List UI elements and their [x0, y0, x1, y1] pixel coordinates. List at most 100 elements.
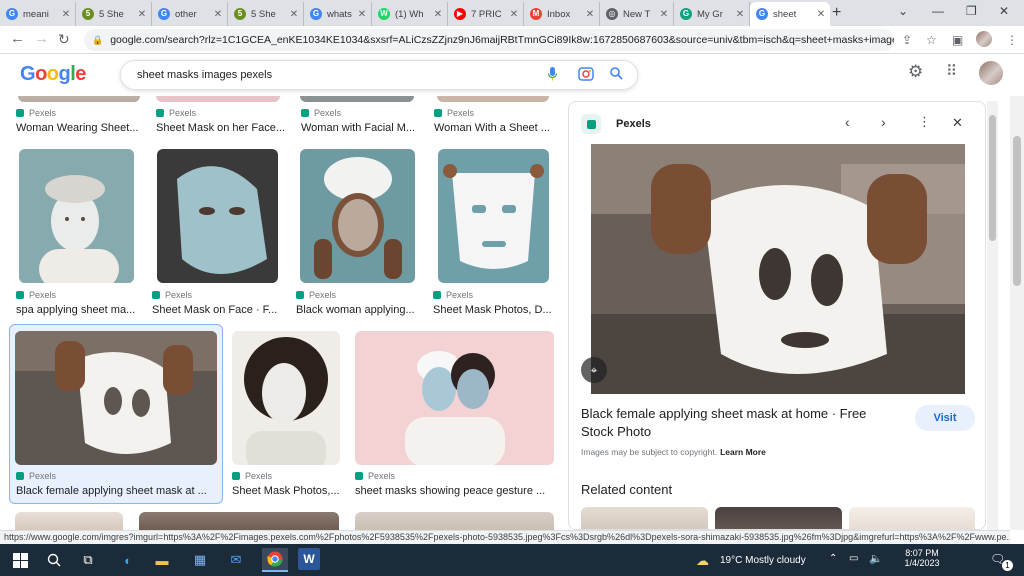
tab-9[interactable]: G My Gr ✕ — [674, 2, 750, 26]
tab-close-icon[interactable]: ✕ — [816, 9, 826, 20]
result-caption[interactable]: Black female applying sheet mask at ... — [16, 485, 218, 497]
preview-photo — [591, 144, 965, 394]
profile-avatar[interactable] — [976, 31, 992, 47]
account-avatar[interactable] — [979, 61, 1003, 85]
tab-close-icon[interactable]: ✕ — [585, 9, 595, 20]
bookmark-star-icon[interactable]: ☆ — [926, 33, 937, 47]
tab-close-icon[interactable]: ✕ — [213, 9, 223, 20]
lens-search-icon[interactable]: ⌖ — [581, 357, 607, 383]
result-caption[interactable]: Woman with Facial M... — [301, 122, 419, 134]
network-icon[interactable]: ▭ — [849, 553, 858, 564]
tab-4[interactable]: Gwhats ✕ — [304, 2, 372, 26]
tab-close-icon[interactable]: ✕ — [433, 9, 443, 20]
tab-close-icon[interactable]: ✕ — [61, 9, 71, 20]
tab-10[interactable]: Gsheet ✕ — [750, 2, 830, 26]
tab-2[interactable]: Gother ✕ — [152, 2, 228, 26]
new-tab-button[interactable]: + — [832, 5, 841, 21]
result-image[interactable] — [437, 96, 549, 102]
address-bar[interactable]: 🔒 google.com/search?rlz=1C1GCEA_enKE1034… — [84, 29, 894, 51]
tab-close-icon[interactable]: ✕ — [735, 9, 745, 20]
search-icon[interactable] — [610, 67, 623, 80]
restore-icon[interactable]: ❐ — [966, 4, 977, 18]
edge-icon[interactable]: ◐ — [118, 550, 138, 570]
related-image[interactable] — [715, 507, 842, 529]
tab-6[interactable]: ▶ 7 PRIC ✕ — [448, 2, 524, 26]
page-scrollbar[interactable] — [1010, 96, 1024, 530]
mail-icon[interactable]: ✉ — [226, 550, 246, 570]
result-caption[interactable]: sheet masks showing peace gesture ... — [355, 485, 554, 497]
chrome-icon[interactable] — [262, 548, 288, 572]
result-image[interactable] — [438, 149, 549, 283]
microphone-icon[interactable] — [548, 67, 557, 81]
tab-0[interactable]: Gmeani ✕ — [0, 2, 76, 26]
result-caption[interactable]: Sheet Mask Photos, D... — [433, 304, 557, 316]
forward-icon[interactable]: → — [34, 31, 49, 47]
panel-source[interactable]: Pexels — [616, 118, 651, 130]
more-options-icon[interactable]: ⋮ — [918, 114, 931, 130]
task-view-icon[interactable]: ⧉ — [78, 550, 98, 570]
clock[interactable]: 8:07 PM 1/4/2023 — [901, 548, 943, 568]
tab-7[interactable]: M Inbox ✕ — [524, 2, 600, 26]
result-caption[interactable]: Sheet Mask on her Face... — [156, 122, 286, 134]
result-image[interactable] — [232, 331, 340, 465]
tab-close-icon[interactable]: ✕ — [289, 9, 299, 20]
search-icon[interactable] — [44, 550, 64, 570]
reload-icon[interactable]: ↻ — [58, 31, 70, 47]
result-image[interactable] — [156, 96, 280, 102]
result-caption[interactable]: spa applying sheet ma... — [16, 304, 140, 316]
word-icon[interactable]: W — [298, 548, 320, 570]
close-panel-icon[interactable]: ✕ — [952, 115, 963, 131]
result-image[interactable] — [18, 96, 140, 102]
tray-overflow-icon[interactable]: ⌃ — [829, 553, 837, 564]
result-image[interactable] — [15, 331, 217, 465]
tab-close-icon[interactable]: ✕ — [137, 9, 147, 20]
image-results-grid: Pexels Woman Wearing Sheet... Pexels She… — [0, 96, 566, 530]
related-image[interactable] — [849, 507, 975, 529]
menu-kebab-icon[interactable]: ⋮ — [1006, 33, 1018, 47]
tab-close-icon[interactable]: ✕ — [509, 9, 519, 20]
share-icon[interactable]: ⇪ — [902, 33, 912, 47]
panel-title[interactable]: Black female applying sheet mask at home… — [581, 405, 891, 441]
preview-image[interactable] — [591, 144, 965, 394]
file-explorer-icon[interactable]: ▬ — [152, 550, 172, 570]
tab-close-icon[interactable]: ✕ — [659, 9, 669, 20]
result-caption[interactable]: Sheet Mask on Face · F... — [152, 304, 282, 316]
tab-close-icon[interactable]: ✕ — [357, 9, 367, 20]
windows-start-icon[interactable] — [10, 550, 30, 570]
result-caption[interactable]: Woman With a Sheet ... — [434, 122, 552, 134]
result-image[interactable] — [300, 96, 414, 102]
lens-camera-icon[interactable] — [578, 66, 594, 81]
close-window-icon[interactable]: ✕ — [999, 4, 1009, 18]
result-image[interactable] — [15, 512, 123, 530]
result-image[interactable] — [157, 149, 278, 283]
tab-search-icon[interactable]: ⌄ — [898, 4, 908, 18]
result-caption[interactable]: Woman Wearing Sheet... — [16, 122, 146, 134]
related-image[interactable] — [581, 507, 708, 529]
minimize-icon[interactable]: — — [932, 4, 944, 18]
panel-scrollbar[interactable] — [987, 101, 998, 530]
apps-grid-icon[interactable]: ⠿ — [946, 64, 957, 80]
weather-text[interactable]: 19°C Mostly cloudy — [720, 555, 806, 566]
search-input[interactable]: sheet masks images pexels — [120, 60, 638, 90]
tab-3[interactable]: 5 5 She ✕ — [228, 2, 304, 26]
tab-1[interactable]: 5 5 She ✕ — [76, 2, 152, 26]
result-caption[interactable]: Sheet Mask Photos,... — [232, 485, 344, 497]
google-logo[interactable]: Google — [20, 63, 86, 86]
visit-button[interactable]: Visit — [915, 405, 975, 431]
result-image[interactable] — [139, 512, 339, 530]
settings-gear-icon[interactable]: ⚙ — [908, 63, 923, 80]
previous-icon[interactable]: ‹ — [845, 114, 850, 130]
volume-icon[interactable]: 🔈 — [869, 552, 883, 565]
store-icon[interactable]: ▦ — [190, 550, 210, 570]
side-panel-icon[interactable]: ▣ — [952, 33, 963, 47]
tab-8[interactable]: ◎ New T ✕ — [600, 2, 674, 26]
tab-5[interactable]: W (1) Wh ✕ — [372, 2, 448, 26]
result-image[interactable] — [300, 149, 415, 283]
learn-more-link[interactable]: Learn More — [720, 447, 766, 457]
next-icon[interactable]: › — [881, 114, 886, 130]
result-image[interactable] — [19, 149, 134, 283]
result-image[interactable] — [355, 512, 554, 530]
result-caption[interactable]: Black woman applying... — [296, 304, 420, 316]
result-image[interactable] — [355, 331, 554, 465]
back-icon[interactable]: ← — [10, 31, 25, 47]
